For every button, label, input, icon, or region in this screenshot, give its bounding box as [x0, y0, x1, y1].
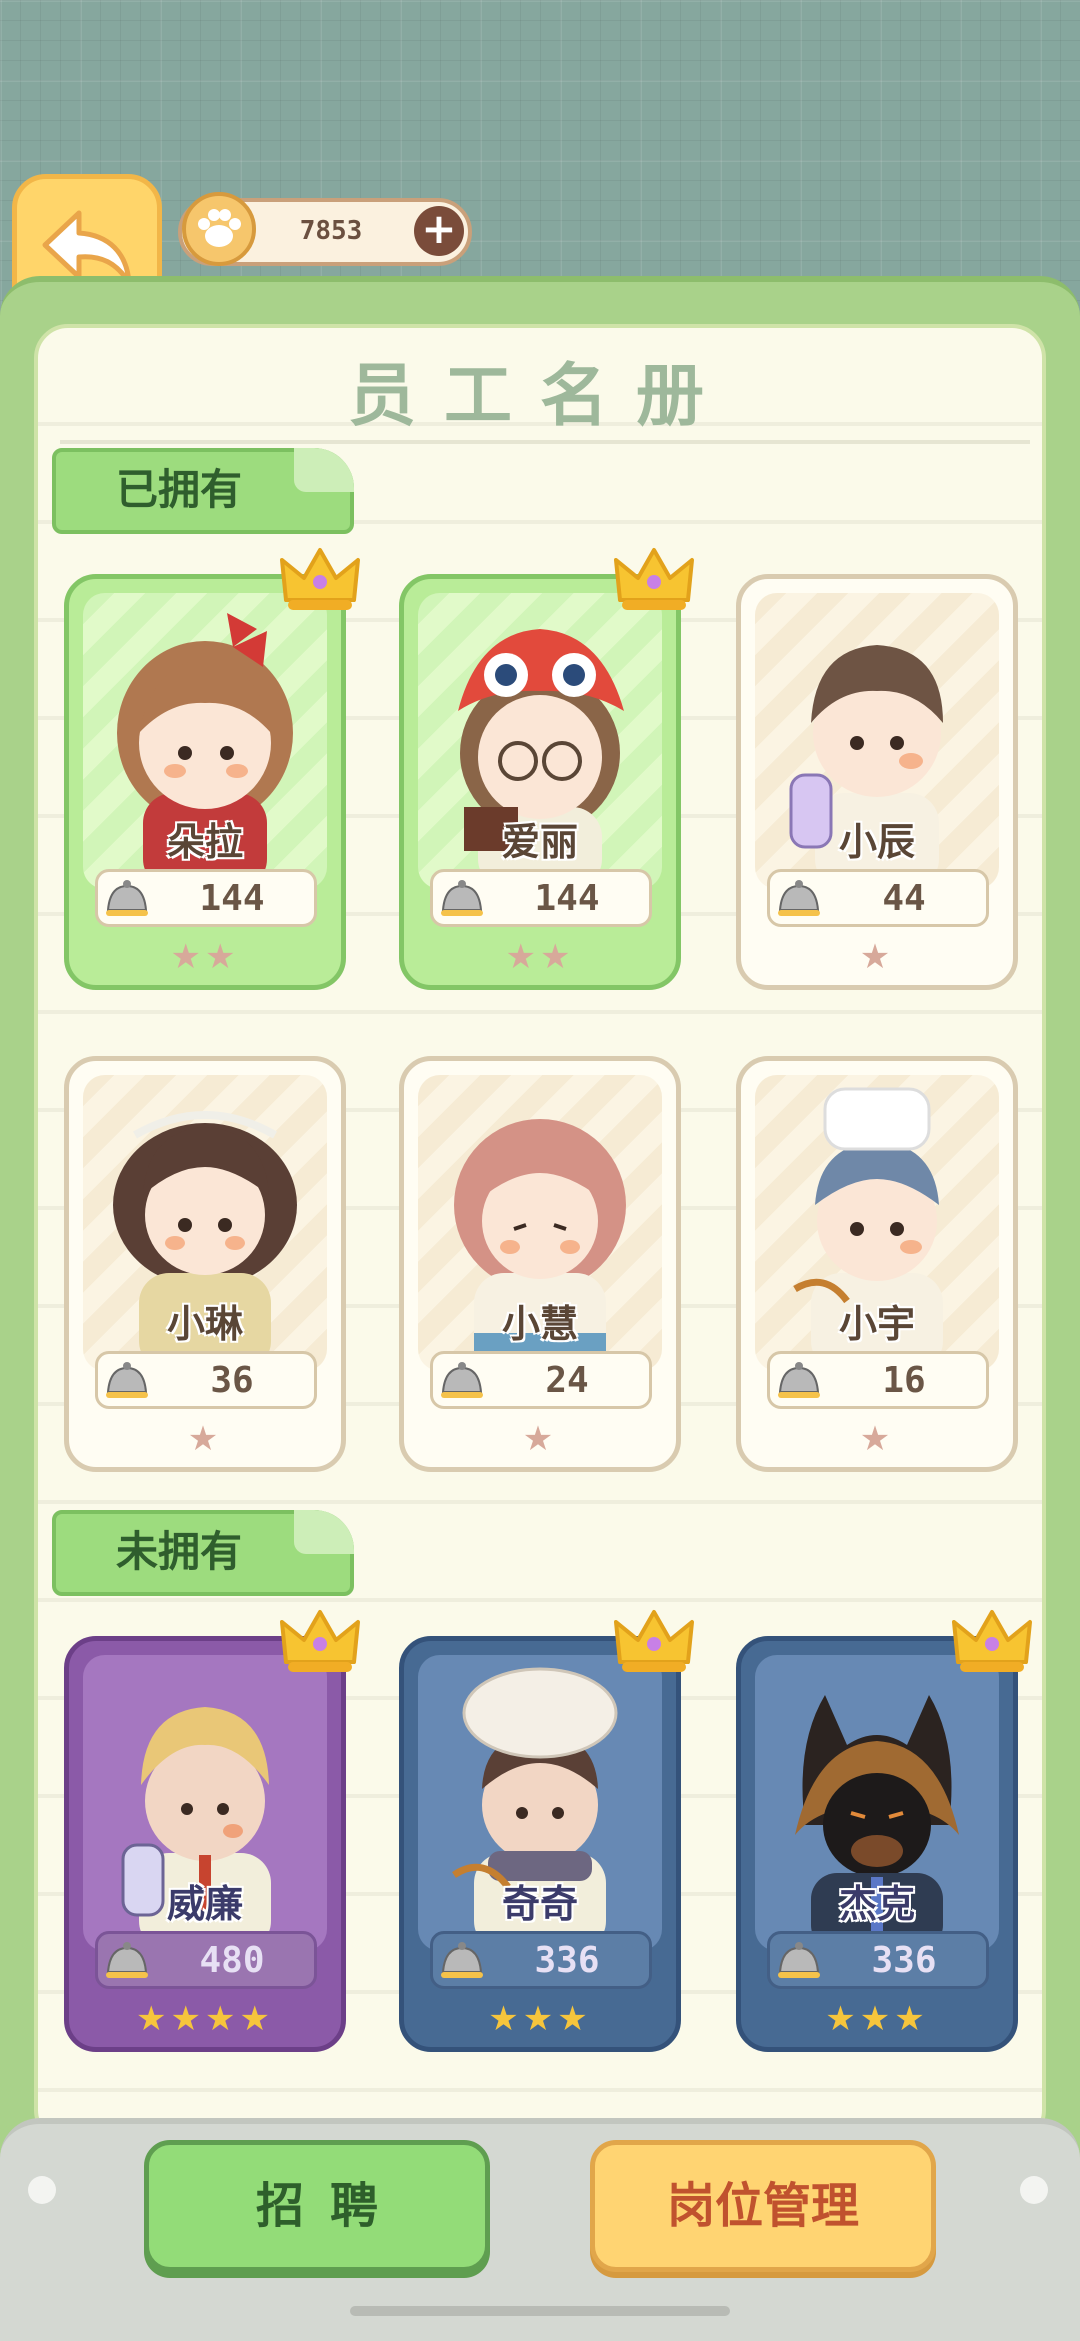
- staff-name: 小琳: [166, 1302, 243, 1346]
- staff-card[interactable]: 朵拉 144 ★★: [64, 574, 346, 990]
- crown-icon: [280, 1610, 360, 1672]
- stat-panel: 144: [430, 869, 652, 927]
- star-rating: ★: [522, 1419, 558, 1459]
- currency-display: 7853 +: [178, 192, 472, 266]
- stat-value: 36: [210, 1360, 254, 1401]
- page-title: 员工名册: [347, 357, 732, 436]
- staff-card[interactable]: 奇奇 336 ★★★: [399, 1636, 681, 2052]
- title-divider: [60, 440, 1030, 444]
- star-rating: ★: [859, 1419, 895, 1459]
- cloche-icon: [441, 880, 483, 916]
- cloche-icon: [441, 1362, 483, 1398]
- home-indicator[interactable]: [350, 2306, 730, 2316]
- staff-card[interactable]: 杰克 336 ★★★: [736, 1636, 1018, 2052]
- section-tag-owned: 已拥有: [52, 448, 354, 534]
- stat-panel: 480: [95, 1931, 317, 1989]
- staff-name: 威廉: [166, 1882, 243, 1926]
- cloche-icon: [106, 1942, 148, 1978]
- currency-value: 7853: [299, 216, 363, 246]
- staff-card[interactable]: 爱丽 144 ★★: [399, 574, 681, 990]
- section-tag-not-owned: 未拥有: [52, 1510, 354, 1596]
- staff-name: 杰克: [838, 1882, 915, 1926]
- cloche-icon: [106, 880, 148, 916]
- stat-value: 24: [545, 1360, 589, 1401]
- star-rating: ★★★: [488, 1999, 592, 2039]
- star-rating: ★★★★: [136, 1999, 274, 2039]
- stat-value: 336: [871, 1940, 937, 1981]
- crown-icon: [614, 548, 694, 610]
- staff-name: 奇奇: [501, 1882, 578, 1926]
- section-not-owned-label: 未拥有: [116, 1527, 243, 1576]
- star-rating: ★★★: [825, 1999, 929, 2039]
- paw-coin-icon: [182, 192, 256, 266]
- stat-panel: 44: [767, 869, 989, 927]
- stat-panel: 336: [430, 1931, 652, 1989]
- staff-name: 小慧: [501, 1302, 578, 1346]
- section-owned-label: 已拥有: [116, 465, 243, 514]
- stat-value: 480: [199, 1940, 265, 1981]
- crown-icon: [952, 1610, 1032, 1672]
- stat-panel: 16: [767, 1351, 989, 1409]
- staff-card[interactable]: 小辰 44 ★: [736, 574, 1018, 990]
- stat-value: 16: [882, 1360, 926, 1401]
- cloche-icon: [778, 1942, 820, 1978]
- stat-value: 336: [534, 1940, 600, 1981]
- crown-icon: [280, 548, 360, 610]
- staff-name: 小辰: [838, 820, 915, 864]
- bar-rivet: [1020, 2176, 1048, 2204]
- cloche-icon: [778, 880, 820, 916]
- stat-value: 44: [882, 878, 926, 919]
- bar-rivet: [28, 2176, 56, 2204]
- star-rating: ★: [187, 1419, 223, 1459]
- stat-panel: 36: [95, 1351, 317, 1409]
- star-rating: ★: [859, 937, 895, 977]
- star-rating: ★★: [170, 937, 240, 977]
- stat-panel: 336: [767, 1931, 989, 1989]
- staff-card[interactable]: 小琳 36 ★: [64, 1056, 346, 1472]
- staff-card[interactable]: 小慧 24 ★: [399, 1056, 681, 1472]
- cloche-icon: [778, 1362, 820, 1398]
- stat-value: 144: [199, 878, 265, 919]
- add-currency-button[interactable]: +: [414, 206, 464, 256]
- recruit-button[interactable]: 招聘: [144, 2140, 490, 2272]
- position-management-button[interactable]: 岗位管理: [590, 2140, 936, 2272]
- staff-card[interactable]: 威廉 480 ★★★★: [64, 1636, 346, 2052]
- stat-panel: 24: [430, 1351, 652, 1409]
- staff-card[interactable]: 小宇 16 ★: [736, 1056, 1018, 1472]
- staff-name: 小宇: [838, 1302, 915, 1346]
- cloche-icon: [106, 1362, 148, 1398]
- staff-name: 朵拉: [166, 820, 243, 864]
- staff-name: 爱丽: [501, 820, 578, 864]
- cloche-icon: [441, 1942, 483, 1978]
- star-rating: ★★: [505, 937, 575, 977]
- stat-value: 144: [534, 878, 600, 919]
- stat-panel: 144: [95, 869, 317, 927]
- crown-icon: [614, 1610, 694, 1672]
